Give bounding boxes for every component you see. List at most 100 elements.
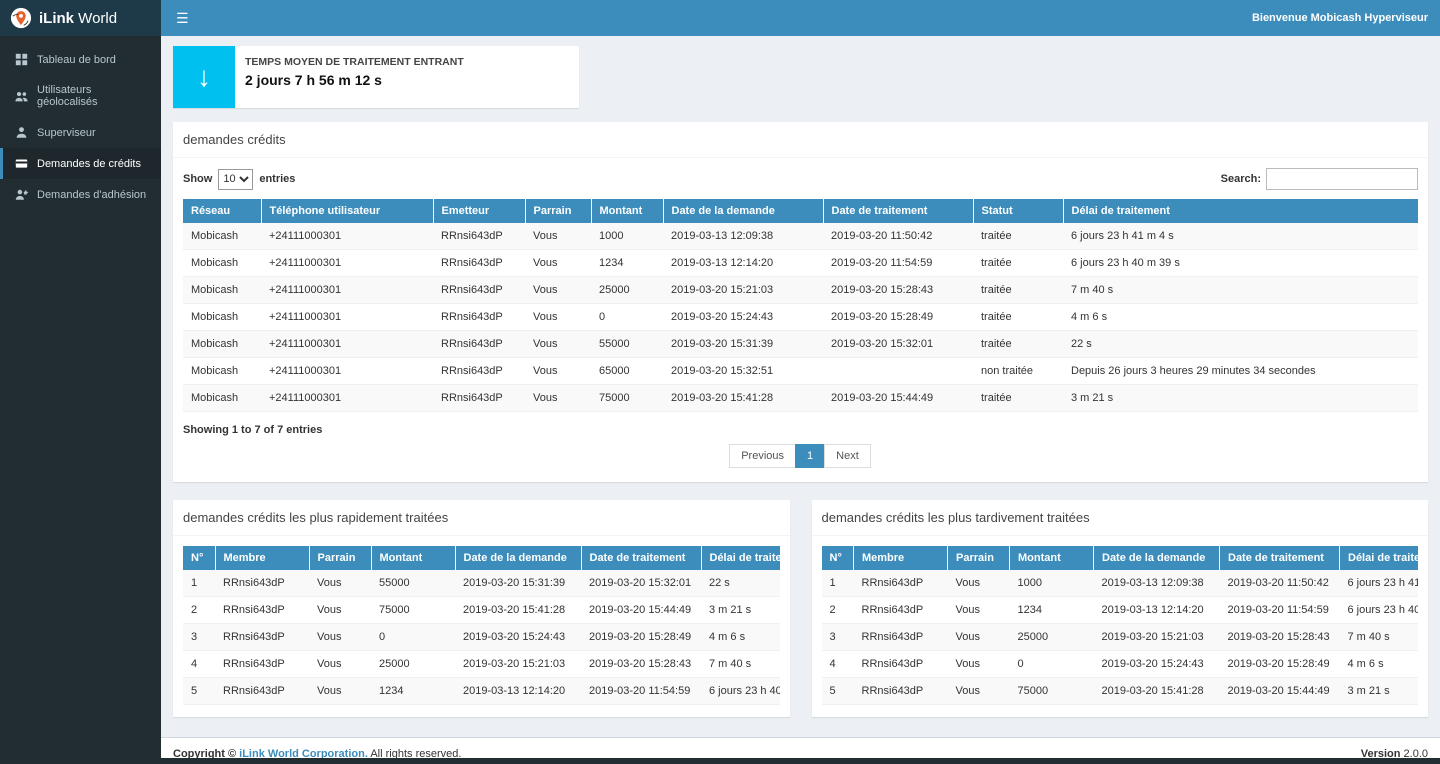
column-header[interactable]: N° [822,546,854,570]
column-header[interactable]: Date de traitement [1220,546,1340,570]
table-cell: 22 s [1063,331,1418,358]
table-cell: 2 [183,597,215,624]
page-length-select[interactable]: 10 [218,169,253,190]
table-cell: traitée [973,385,1063,412]
sidebar-toggle-icon[interactable]: ☰ [161,0,204,36]
infobox-title: TEMPS MOYEN DE TRAITEMENT ENTRANT [245,56,464,68]
column-header[interactable]: Réseau [183,199,261,223]
table-cell: 2019-03-20 15:21:03 [663,277,823,304]
table-cell: 2019-03-20 15:24:43 [663,304,823,331]
sidebar-item-superviseur[interactable]: Superviseur [0,117,161,148]
column-header[interactable]: Montant [591,199,663,223]
table-row: Mobicash+24111000301RRnsi643dPVous02019-… [183,304,1418,331]
table-cell: 25000 [371,651,455,678]
version-text: Version 2.0.0 [1361,748,1428,758]
table-cell: Vous [948,678,1010,705]
sidebar: Tableau de bord Utilisateurs géolocalisé… [0,36,161,758]
column-header[interactable]: Membre [215,546,309,570]
column-header[interactable]: Date de la demande [1094,546,1220,570]
column-header[interactable]: Date de traitement [581,546,701,570]
table-cell: RRnsi643dP [433,277,525,304]
latest-processed-table: N°MembreParrainMontantDate de la demande… [822,546,1419,705]
table-cell: 2019-03-20 15:44:49 [581,597,701,624]
column-header[interactable]: Délai de traitement [701,546,780,570]
globe-pin-logo-icon [10,7,32,29]
page-1-button[interactable]: 1 [795,444,825,468]
welcome-text: Bienvenue Mobicash Hyperviseur [1252,12,1440,24]
user-plus-icon [15,188,28,201]
table-cell: Vous [309,651,371,678]
table-cell: 2019-03-20 15:41:28 [455,597,581,624]
column-header[interactable]: Montant [371,546,455,570]
brand-logo[interactable]: iLink World [0,0,161,36]
table-cell: 2019-03-20 11:54:59 [1220,597,1340,624]
column-header[interactable]: Délai de traitement [1340,546,1419,570]
table-row: 2RRnsi643dPVous750002019-03-20 15:41:282… [183,597,780,624]
sidebar-item-demandes-credits[interactable]: Demandes de crédits [0,148,161,179]
column-header[interactable]: Téléphone utilisateur [261,199,433,223]
table-cell: +24111000301 [261,385,433,412]
table-cell: 55000 [371,570,455,597]
sidebar-item-demandes-adhesion[interactable]: Demandes d'adhésion [0,179,161,210]
table-cell: 3 m 21 s [1340,678,1419,705]
previous-page-button[interactable]: Previous [729,444,796,468]
table-cell: 1234 [591,250,663,277]
column-header[interactable]: Statut [973,199,1063,223]
sidebar-item-label: Demandes d'adhésion [37,189,146,201]
column-header[interactable]: Date de la demande [663,199,823,223]
column-header[interactable]: Délai de traitement [1063,199,1418,223]
show-label: Show [183,173,212,185]
column-header[interactable]: Montant [1010,546,1094,570]
table-cell: Vous [525,331,591,358]
table-cell: 2019-03-13 12:14:20 [663,250,823,277]
table-cell: 6 jours 23 h 41 m 4 s [1340,570,1419,597]
user-icon [15,126,28,139]
next-page-button[interactable]: Next [824,444,871,468]
panel-title: demandes crédits [173,122,1428,158]
search-input[interactable] [1266,168,1418,190]
table-cell: 0 [371,624,455,651]
table-cell: traitée [973,277,1063,304]
sidebar-item-dashboard[interactable]: Tableau de bord [0,44,161,75]
users-icon [15,90,28,103]
sidebar-item-label: Demandes de crédits [37,158,141,170]
table-cell: 2019-03-20 15:28:49 [581,624,701,651]
table-cell: Vous [309,678,371,705]
column-header[interactable]: Date de traitement [823,199,973,223]
sidebar-item-users-geo[interactable]: Utilisateurs géolocalisés [0,75,161,117]
table-cell: 4 [183,651,215,678]
column-header[interactable]: Date de la demande [455,546,581,570]
table-cell: RRnsi643dP [215,678,309,705]
table-cell: 3 [822,624,854,651]
table-cell: 2019-03-13 12:14:20 [1094,597,1220,624]
search-label: Search: [1221,173,1261,185]
table-cell: 2019-03-20 11:50:42 [823,223,973,250]
table-cell: 5 [183,678,215,705]
column-header[interactable]: Emetteur [433,199,525,223]
table-cell: 2019-03-20 15:32:01 [823,331,973,358]
table-cell: 5 [822,678,854,705]
table-cell: 3 m 21 s [1063,385,1418,412]
credit-card-icon [15,157,28,170]
brand-text: iLink World [39,10,117,27]
table-cell: 1 [183,570,215,597]
table-cell: RRnsi643dP [215,651,309,678]
column-header[interactable]: N° [183,546,215,570]
table-cell: 2019-03-20 11:54:59 [581,678,701,705]
column-header[interactable]: Parrain [309,546,371,570]
table-cell: 1 [822,570,854,597]
table-cell: 2019-03-20 11:50:42 [1220,570,1340,597]
column-header[interactable]: Membre [854,546,948,570]
column-header[interactable]: Parrain [948,546,1010,570]
table-cell: 2019-03-20 15:28:49 [823,304,973,331]
table-cell: traitée [973,304,1063,331]
company-link[interactable]: iLink World Corporation. [239,748,368,758]
credit-requests-table: RéseauTéléphone utilisateurEmetteurParra… [183,199,1418,412]
table-cell: 25000 [591,277,663,304]
table-row: 3RRnsi643dPVous02019-03-20 15:24:432019-… [183,624,780,651]
table-cell: Mobicash [183,250,261,277]
table-cell: 2019-03-20 15:41:28 [1094,678,1220,705]
table-cell: 4 m 6 s [1063,304,1418,331]
column-header[interactable]: Parrain [525,199,591,223]
table-cell: 6 jours 23 h 40 m 39 s [1340,597,1419,624]
